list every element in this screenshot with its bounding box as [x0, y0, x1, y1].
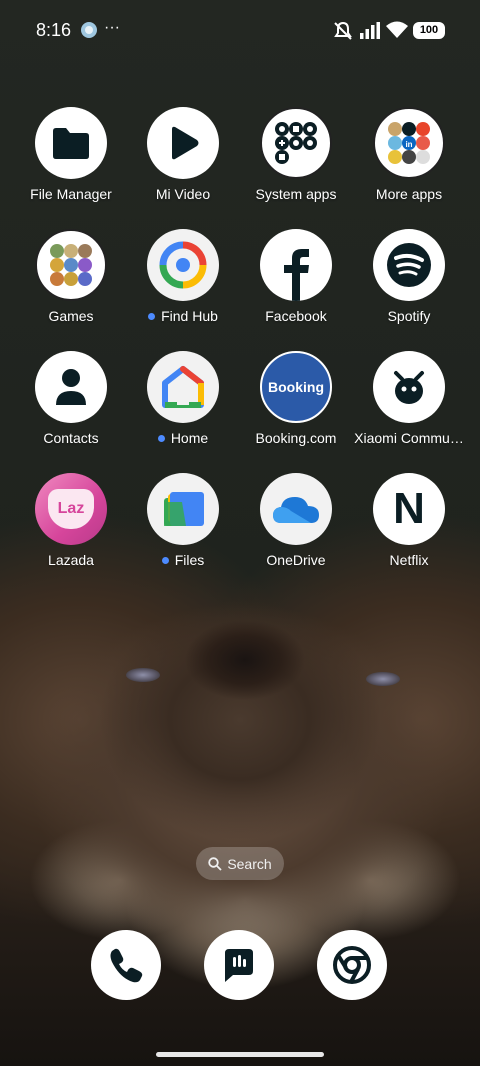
app-file-manager[interactable]: File Manager [15, 107, 127, 202]
app-label-text: Home [170, 430, 209, 446]
app-find-hub[interactable]: Find Hub [127, 229, 239, 324]
search-label: Search [227, 855, 272, 872]
spotify-icon [373, 229, 445, 301]
app-mi-video[interactable]: Mi Video [127, 107, 239, 202]
facebook-icon [260, 229, 332, 301]
app-label-text: Find Hub [161, 308, 218, 324]
folder-group-icon [35, 229, 107, 301]
app-notification-icon [80, 21, 98, 44]
svg-text:in: in [405, 140, 412, 149]
app-more-apps-folder[interactable]: in More apps [353, 107, 465, 202]
signal-icon [360, 22, 382, 44]
cloud-icon [260, 473, 332, 545]
app-label-text: Files [174, 552, 205, 568]
app-label: System apps [255, 186, 337, 202]
wifi-icon [386, 21, 408, 44]
find-hub-icon [147, 229, 219, 301]
new-app-dot [157, 434, 165, 442]
app-label: Netflix [389, 552, 429, 568]
app-label: Spotify [387, 308, 431, 324]
app-label: File Manager [30, 186, 112, 202]
home-indicator-bar[interactable] [156, 1052, 324, 1057]
booking-icon-text: Booking [268, 379, 324, 395]
dock-chrome-button[interactable] [317, 930, 387, 1000]
chrome-icon [333, 946, 371, 984]
status-time: 8:16 [36, 20, 72, 40]
app-games-folder[interactable]: Games [15, 229, 127, 324]
phone-icon [110, 948, 143, 983]
app-label: Facebook [265, 308, 327, 324]
app-files[interactable]: Files [127, 473, 239, 568]
lazada-icon: Laz [35, 473, 107, 545]
app-label: Games [48, 308, 94, 324]
lazada-icon-text: Laz [57, 500, 85, 517]
folder-group-icon: in [373, 107, 445, 179]
app-booking[interactable]: Booking Booking.com [240, 351, 352, 446]
folder-group-icon [260, 107, 332, 179]
app-xiaomi-community[interactable]: Xiaomi Commu… [353, 351, 465, 446]
app-spotify[interactable]: Spotify [353, 229, 465, 324]
app-label: Contacts [43, 430, 99, 446]
booking-icon: Booking [260, 351, 332, 423]
wallpaper-eye-right [366, 672, 400, 686]
app-netflix[interactable]: N Netflix [353, 473, 465, 568]
app-label: Booking.com [255, 430, 337, 446]
app-label: Mi Video [155, 186, 211, 202]
person-icon [35, 351, 107, 423]
app-label: OneDrive [266, 552, 326, 568]
search-icon [208, 856, 222, 871]
app-facebook[interactable]: Facebook [240, 229, 352, 324]
netflix-icon: N [373, 473, 445, 545]
status-more-icon: ··· [104, 19, 120, 36]
google-home-icon [147, 351, 219, 423]
app-contacts[interactable]: Contacts [15, 351, 127, 446]
app-label: Files [127, 552, 239, 568]
app-lazada[interactable]: Laz Lazada [15, 473, 127, 568]
netflix-icon-text: N [393, 484, 425, 533]
new-app-dot [161, 556, 169, 564]
mute-icon [332, 21, 354, 46]
folder-icon [35, 107, 107, 179]
dock-messages-button[interactable] [204, 930, 274, 1000]
app-onedrive[interactable]: OneDrive [240, 473, 352, 568]
dock-phone-button[interactable] [91, 930, 161, 1000]
battery-icon: 100 [413, 22, 445, 39]
app-label: Lazada [48, 552, 94, 568]
app-system-apps-folder[interactable]: System apps [240, 107, 352, 202]
app-label: Xiaomi Commu… [354, 430, 464, 446]
play-icon [147, 107, 219, 179]
files-icon [147, 473, 219, 545]
wallpaper-eye-left [126, 668, 160, 682]
app-label: Find Hub [127, 308, 239, 324]
xiaomi-community-icon [373, 351, 445, 423]
app-google-home[interactable]: Home [127, 351, 239, 446]
message-icon [225, 949, 253, 982]
app-label: Home [127, 430, 239, 446]
new-app-dot [148, 312, 156, 320]
status-bar: 8:16 ··· 100 [0, 0, 480, 60]
app-label: More apps [375, 186, 443, 202]
search-bar[interactable]: Search [196, 847, 284, 880]
